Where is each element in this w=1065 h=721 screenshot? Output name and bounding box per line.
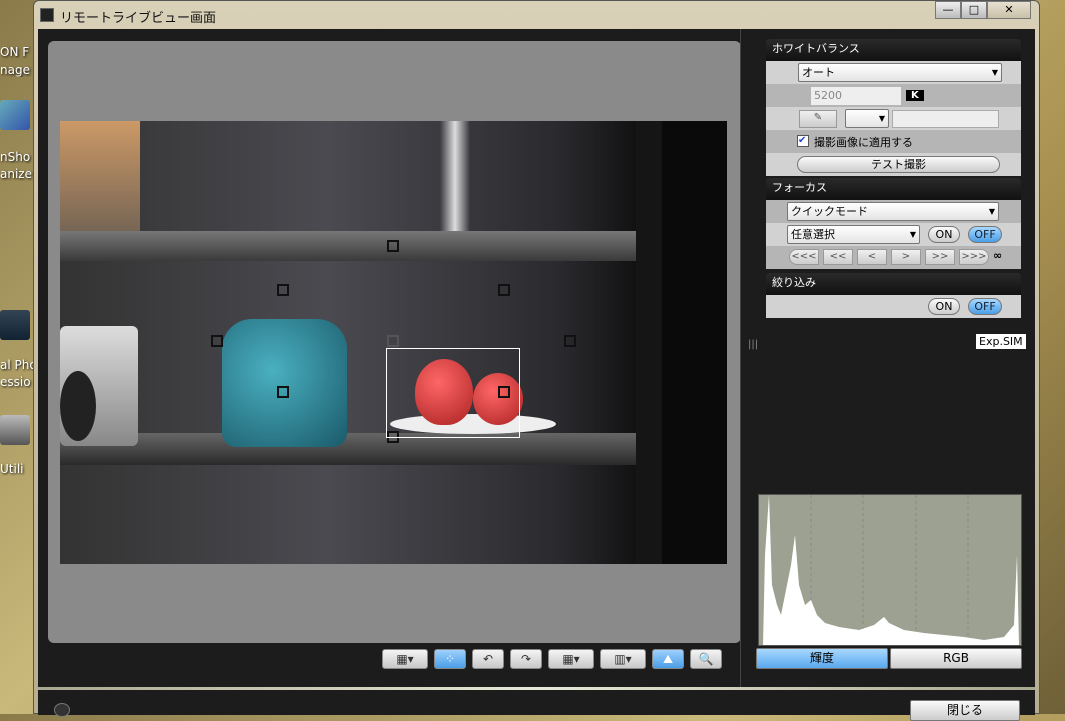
apply-label: 撮影画像に適用する	[814, 136, 913, 149]
focus-mode-select[interactable]: クイックモード	[787, 202, 999, 221]
focus-far-2-button[interactable]: >>	[925, 249, 955, 265]
focus-near-2-button[interactable]: <<	[823, 249, 853, 265]
dof-off-button[interactable]: OFF	[968, 298, 1002, 315]
live-view-panel	[48, 41, 741, 643]
desktop-label[interactable]: essio	[0, 375, 33, 389]
wb-mode-select[interactable]: オート	[798, 63, 1002, 82]
histogram-graph	[763, 495, 1019, 645]
zoom-icon[interactable]: 🔍	[690, 649, 722, 669]
panel-divider	[740, 29, 741, 687]
af-point-selected[interactable]	[387, 335, 399, 347]
apply-checkbox[interactable]: ✔	[797, 135, 809, 147]
preview-toolbar: ▦▾ ⁘ ↶ ↷ ▦▾ ▥▾ ⛰ 🔍	[382, 649, 722, 669]
rotate-right-icon[interactable]: ↷	[510, 649, 542, 669]
af-point[interactable]	[211, 335, 223, 347]
app-icon	[40, 8, 54, 22]
rotate-left-icon[interactable]: ↶	[472, 649, 504, 669]
desktop-label[interactable]: nSho	[0, 150, 33, 164]
close-window-button[interactable]: ✕	[987, 1, 1031, 19]
focus-far-3-button[interactable]: >>>	[959, 249, 989, 265]
kelvin-unit: K	[906, 90, 924, 101]
af-point[interactable]	[564, 335, 576, 347]
eyedropper-icon[interactable]: ✎	[799, 110, 837, 128]
remote-live-view-window: リモートライブビュー画面 — □ ✕ ▦▾ ⁘ ↶ ↷ ▦▾ ▥▾ ⛰ 🔍 ホワ…	[33, 0, 1040, 721]
client-area: ▦▾ ⁘ ↶ ↷ ▦▾ ▥▾ ⛰ 🔍 ホワイトバランス オート 5200 K ✎…	[38, 29, 1035, 721]
white-balance-header: ホワイトバランス	[766, 39, 1021, 61]
focus-on-button[interactable]: ON	[928, 226, 960, 243]
desktop-label[interactable]: al Pho	[0, 358, 33, 372]
close-button[interactable]: 閉じる	[910, 700, 1020, 721]
focus-off-button[interactable]: OFF	[968, 226, 1002, 243]
focus-header: フォーカス	[766, 178, 1021, 200]
focus-far-1-button[interactable]: >	[891, 249, 921, 265]
desktop-label[interactable]: ON F	[0, 45, 33, 59]
window-title: リモートライブビュー画面	[60, 11, 217, 26]
rgb-tab[interactable]: RGB	[890, 648, 1022, 669]
desktop-label[interactable]: anize	[0, 167, 33, 181]
infinity-icon: ∞	[993, 249, 1003, 262]
live-view-image[interactable]	[60, 121, 727, 564]
grid-icon[interactable]: ▦▾	[548, 649, 594, 669]
wb-shift-field[interactable]	[892, 110, 999, 128]
histogram-toggle-icon[interactable]: ⛰	[652, 649, 684, 669]
af-point[interactable]	[498, 284, 510, 296]
histogram	[758, 494, 1022, 646]
aspect-ratio-icon[interactable]: ▦▾	[382, 649, 428, 669]
footer-divider	[38, 687, 1035, 690]
dof-preview-header: 絞り込み	[766, 273, 1021, 295]
desktop-app-icon[interactable]	[0, 415, 30, 445]
kelvin-input[interactable]: 5200	[811, 87, 901, 105]
panel-resize-handle[interactable]: |||	[748, 339, 758, 350]
zoom-frame[interactable]	[386, 348, 520, 438]
camera-status-icon	[54, 703, 70, 717]
test-shot-button[interactable]: テスト撮影	[797, 156, 1000, 173]
maximize-button[interactable]: □	[961, 1, 987, 19]
wb-shift-select[interactable]	[845, 109, 889, 128]
settings-panel: ホワイトバランス オート 5200 K ✎ ✔ 撮影画像に適用する テスト撮影 …	[748, 39, 1026, 350]
desktop-app-icon[interactable]	[0, 310, 30, 340]
af-point-select[interactable]: 任意選択	[787, 225, 920, 244]
af-point[interactable]	[277, 386, 289, 398]
minimize-button[interactable]: —	[935, 1, 961, 19]
focus-near-3-button[interactable]: <<<	[789, 249, 819, 265]
focus-near-1-button[interactable]: <	[857, 249, 887, 265]
exp-sim-badge: Exp.SIM	[976, 334, 1026, 349]
af-point[interactable]	[277, 284, 289, 296]
desktop-label[interactable]: Utili	[0, 462, 33, 476]
af-frame-icon[interactable]: ⁘	[434, 649, 466, 669]
dof-on-button[interactable]: ON	[928, 298, 960, 315]
luminance-tab[interactable]: 輝度	[756, 648, 888, 669]
crop-guide-icon[interactable]: ▥▾	[600, 649, 646, 669]
desktop-app-icon[interactable]	[0, 100, 30, 130]
af-point[interactable]	[387, 240, 399, 252]
desktop-label[interactable]: nage	[0, 63, 33, 77]
